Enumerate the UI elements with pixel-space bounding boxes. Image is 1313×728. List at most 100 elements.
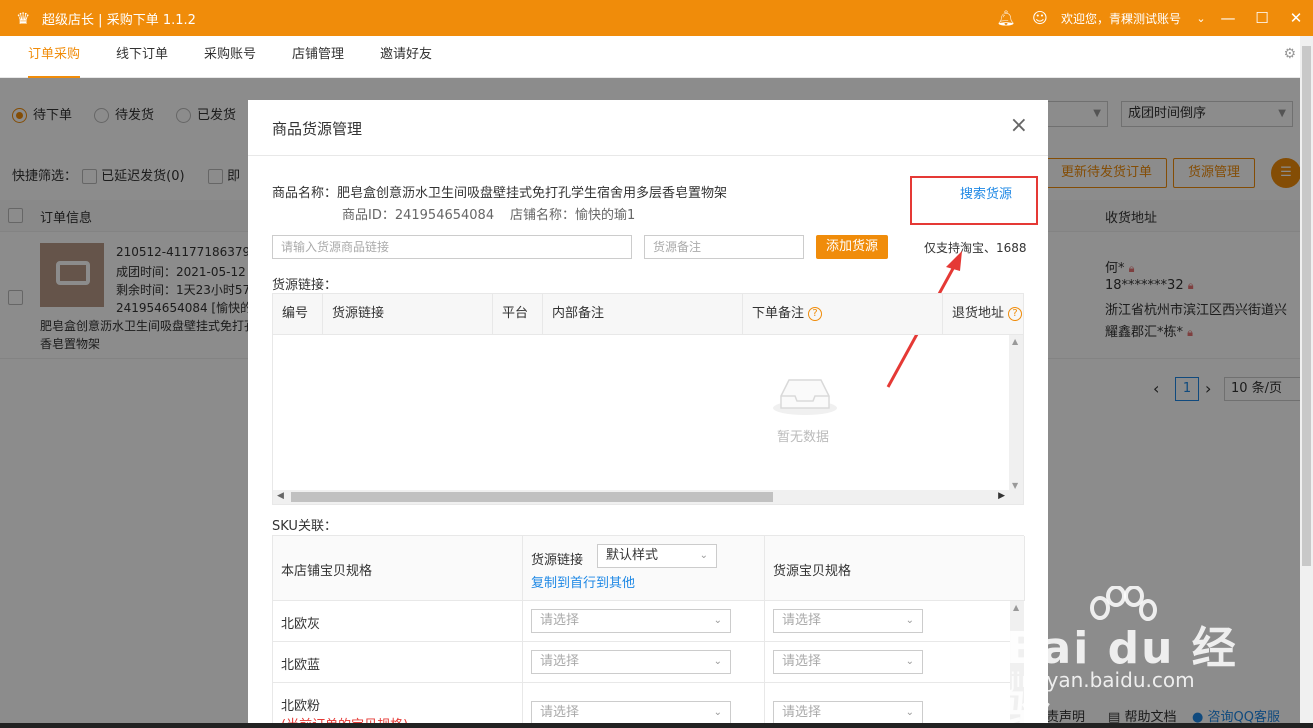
source-link-input[interactable]: 请输入货源商品链接 xyxy=(272,235,632,259)
sku-col-local-spec: 本店铺宝贝规格 xyxy=(273,536,523,601)
scrollbar-thumb[interactable] xyxy=(1302,46,1311,566)
app-name: 超级店长 xyxy=(42,12,95,28)
shop-name: 店铺名称：愉快的瑜1 xyxy=(510,208,636,223)
scroll-down-icon[interactable]: ▼ xyxy=(1012,481,1018,490)
product-name-label: 商品名称： xyxy=(272,186,338,201)
tab-offline-orders[interactable]: 线下订单 xyxy=(116,36,168,78)
tab-shop-management[interactable]: 店铺管理 xyxy=(292,36,344,78)
sku-source-spec-select[interactable]: 请选择 ⌄ xyxy=(773,701,923,725)
product-name-value: 肥皂盒创意沥水卫生间吸盘壁挂式免打孔学生宿舍用多层香皂置物架 xyxy=(337,186,728,201)
chevron-down-icon: ⌄ xyxy=(713,707,722,718)
col-return-address-label: 退货地址 xyxy=(952,306,1005,321)
product-name: 商品名称：肥皂盒创意沥水卫生间吸盘壁挂式免打孔学生宿舍用多层香皂置物架 xyxy=(272,182,727,201)
tab-invite-friends[interactable]: 邀请好友 xyxy=(380,36,432,78)
source-links-label: 货源链接： xyxy=(272,278,338,293)
sku-row-3-spec: 北欧粉 (当前订单的宝贝规格) xyxy=(273,683,523,728)
style-select[interactable]: 默认样式 ⌄ xyxy=(597,544,717,568)
source-table: 编号 货源链接 平台 内部备注 下单备注? 退货地址? 暂无数据 ▲ ▼ ◀ ▶ xyxy=(272,293,1024,505)
sku-col-local-spec-label: 本店铺宝贝规格 xyxy=(281,564,373,579)
crown-icon: ♛ xyxy=(16,8,31,28)
empty-text: 暂无数据 xyxy=(777,430,830,445)
sku-row-1-spec: 北欧灰 xyxy=(273,601,523,642)
col-order-remark-label: 下单备注 xyxy=(752,306,805,321)
close-icon[interactable]: ✕ xyxy=(1279,9,1313,27)
select-placeholder: 请选择 xyxy=(782,654,822,669)
sku-col-source-spec: 货源宝贝规格 xyxy=(765,536,1025,601)
chevron-down-icon[interactable]: ⌄ xyxy=(1191,12,1211,25)
modal-title: 商品货源管理 xyxy=(272,120,363,138)
copy-first-row-link[interactable]: 复制到首行到其他 xyxy=(531,572,635,591)
maximize-icon[interactable]: ☐ xyxy=(1245,9,1279,27)
sku-label: SKU关联： xyxy=(272,519,337,534)
product-id: 商品ID：241954654084 xyxy=(342,208,495,223)
col-source-link: 货源链接 xyxy=(323,294,493,335)
page-scrollbar[interactable] xyxy=(1300,36,1313,728)
empty-inbox-icon xyxy=(773,379,837,415)
sku-source-spec-select[interactable]: 请选择 ⌄ xyxy=(773,609,923,633)
help-icon[interactable]: ? xyxy=(1008,306,1023,321)
main-nav: 订单采购 线下订单 采购账号 店铺管理 邀请好友 ⚙ xyxy=(0,36,1300,78)
welcome-text[interactable]: 欢迎您，青稞测试账号 xyxy=(1061,10,1181,27)
sku-source-select[interactable]: 请选择 ⌄ xyxy=(531,609,731,633)
sku-col-source-link-label: 货源链接 xyxy=(531,553,584,568)
minimize-icon[interactable]: — xyxy=(1211,9,1245,27)
sku-row-3-source-spec: 请选择 ⌄ xyxy=(765,683,1011,728)
sku-col-source-spec-label: 货源宝贝规格 xyxy=(773,564,852,579)
source-remark-input[interactable]: 货源备注 xyxy=(644,235,804,259)
title-separator: | xyxy=(98,12,103,28)
select-placeholder: 请选择 xyxy=(540,705,580,720)
select-placeholder: 请选择 xyxy=(782,705,822,720)
sku-row-2-spec: 北欧蓝 xyxy=(273,642,523,683)
gear-icon[interactable]: ⚙ xyxy=(1283,46,1296,62)
col-internal-remark: 内部备注 xyxy=(543,294,743,335)
col-number: 编号 xyxy=(273,294,323,335)
scroll-right-icon[interactable]: ▶ xyxy=(998,491,1005,501)
sku-spec-text: 北欧粉 xyxy=(281,699,321,714)
source-table-vscroll[interactable]: ▲ ▼ xyxy=(1009,335,1023,492)
help-icon[interactable]: ? xyxy=(808,306,823,321)
baidu-watermark: Bai du 经验 jingyan.baidu.com xyxy=(1000,586,1250,728)
sku-row-1-source: 请选择 ⌄ xyxy=(523,601,765,642)
scroll-up-icon[interactable]: ▲ xyxy=(1012,337,1018,346)
close-icon[interactable]: × xyxy=(1010,114,1028,138)
chevron-down-icon: ⌄ xyxy=(713,615,722,626)
sku-source-select[interactable]: 请选择 ⌄ xyxy=(531,650,731,674)
source-table-header: 编号 货源链接 平台 内部备注 下单备注? 退货地址? xyxy=(273,294,1023,335)
select-placeholder: 请选择 xyxy=(782,613,822,628)
tab-order-purchase[interactable]: 订单采购 xyxy=(28,36,81,78)
source-table-hscroll[interactable]: ◀ ▶ xyxy=(273,490,1023,504)
sku-row-2-source-spec: 请选择 ⌄ xyxy=(765,642,1011,683)
scroll-left-icon[interactable]: ◀ xyxy=(277,491,284,501)
title-bar: ♛ 超级店长 | 采购下单 1.1.2 🔔︎ ☺ 欢迎您，青稞测试账号 ⌄ — … xyxy=(0,0,1313,36)
sku-spec-text: 北欧灰 xyxy=(281,617,321,632)
module-name: 采购下单 1.1.2 xyxy=(106,12,196,28)
bell-icon[interactable]: 🔔︎ xyxy=(989,9,1023,27)
select-placeholder: 请选择 xyxy=(540,613,580,628)
sku-col-source-link: 货源链接 默认样式 ⌄ 复制到首行到其他 xyxy=(523,536,765,601)
sku-row-1-source-spec: 请选择 ⌄ xyxy=(765,601,1011,642)
sku-row-3-source: 请选择 ⌄ xyxy=(523,683,765,728)
watermark-url: jingyan.baidu.com xyxy=(1010,668,1195,692)
search-source-link[interactable]: 搜索货源 xyxy=(960,183,1012,202)
app-title: 超级店长 | 采购下单 1.1.2 xyxy=(42,9,196,28)
hscroll-thumb[interactable] xyxy=(291,492,773,502)
sku-spec-text: 北欧蓝 xyxy=(281,658,321,673)
style-select-value: 默认样式 xyxy=(606,548,659,563)
sku-source-select[interactable]: 请选择 ⌄ xyxy=(531,701,731,725)
chevron-down-icon: ⌄ xyxy=(905,615,914,626)
tab-purchase-accounts[interactable]: 采购账号 xyxy=(204,36,256,78)
sku-row-2-source: 请选择 ⌄ xyxy=(523,642,765,683)
user-icon[interactable]: ☺ xyxy=(1023,9,1057,27)
chevron-down-icon: ⌄ xyxy=(905,707,914,718)
chevron-down-icon: ⌄ xyxy=(699,550,708,561)
taskbar xyxy=(0,723,1313,728)
col-order-remark: 下单备注? xyxy=(743,294,943,335)
sku-source-spec-select[interactable]: 请选择 ⌄ xyxy=(773,650,923,674)
chevron-down-icon: ⌄ xyxy=(713,656,722,667)
chevron-down-icon: ⌄ xyxy=(905,656,914,667)
arrow-head xyxy=(946,251,962,271)
col-platform: 平台 xyxy=(493,294,543,335)
source-management-modal: 商品货源管理 × 商品名称：肥皂盒创意沥水卫生间吸盘壁挂式免打孔学生宿舍用多层香… xyxy=(248,100,1048,728)
col-return-address: 退货地址? xyxy=(943,294,1023,335)
select-placeholder: 请选择 xyxy=(540,654,580,669)
